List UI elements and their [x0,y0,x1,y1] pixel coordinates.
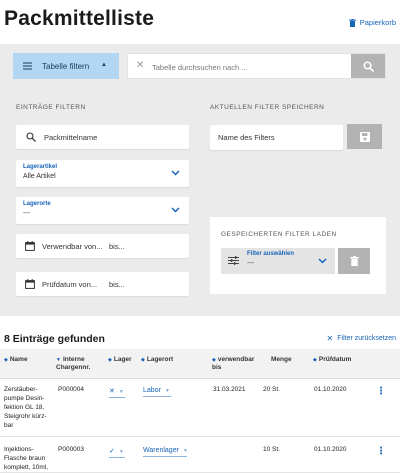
row-menu-icon[interactable]: ⋮ [376,386,386,397]
save-filter-button[interactable] [347,124,382,149]
column-menge: Menge [271,356,292,363]
saved-filter-select[interactable]: Filter auswählen --- [221,248,335,274]
column-lager[interactable]: ◆ Lager [108,356,132,364]
save-filter-heading: AKTUELLEN FILTER SPEICHERN [210,104,325,111]
name-filter-placeholder: Packmittelname [44,133,98,142]
results-table: ◆ Name ▼ Interne Chargennr. ◆ Lager ◆ Lagero… [0,349,400,473]
lagerorte-label: Lagerorte [23,201,51,207]
cell-interne: P000003 [58,446,85,453]
column-interne[interactable]: ▼ Interne Chargennr. [56,356,106,372]
filter-sliders-icon [23,62,32,70]
row-menu-icon[interactable]: ⋮ [376,446,386,457]
chevron-down-icon [318,258,327,264]
caret-down-icon: ▼ [118,389,124,395]
lagerartikel-value: Alle Artikel [23,173,56,180]
tune-icon [228,256,239,265]
column-lagerort[interactable]: ◆ Lagerort [141,356,173,364]
lagerort-inline-select[interactable]: Labor ▼ [143,387,171,397]
caret-down-icon: ▼ [182,448,188,454]
filter-panel: Tabelle filtern ▲ ✕ EINTRÄGE FILTERN AKT… [0,44,400,316]
clear-search-icon[interactable]: ✕ [136,60,144,71]
cell-menge: 20 St. [263,386,280,393]
lager-inline-select[interactable]: ✓ ▼ [109,447,125,458]
load-filter-heading: GESPEICHERTEN FILTER LADEN [221,231,337,238]
column-name[interactable]: ◆ Name [4,356,28,364]
sort-icon: ◆ [4,357,8,363]
sort-icon: ◆ [212,357,216,363]
verwendbar-to-placeholder[interactable]: bis... [109,242,125,251]
cell-interne: P000004 [58,386,85,393]
reset-filter-label: Filter zurücksetzen [337,335,396,342]
chevron-down-icon [171,170,180,176]
calendar-icon [25,279,35,289]
search-icon [26,132,36,142]
name-filter-field[interactable]: Packmittelname [16,125,189,149]
pruefdatum-range-field[interactable]: Prüfdatum von... bis... [16,272,189,296]
lagerorte-select[interactable]: Lagerorte --- [16,197,189,224]
sort-icon: ◆ [108,357,112,363]
verwendbar-from-placeholder[interactable]: Verwendbar von... [42,242,102,251]
lagerartikel-select[interactable]: Lagerartikel Alle Artikel [16,160,189,187]
lagerorte-value: --- [23,210,30,217]
calendar-icon [25,241,35,251]
filter-name-placeholder: Name des Filters [218,133,275,142]
saved-filter-value: --- [247,260,254,267]
table-row[interactable]: Zerstäuber-pumpe Desin-fektion GL 18, St… [0,379,400,437]
table-search-input[interactable] [152,58,348,76]
table-search: ✕ [127,53,386,79]
cell-name: Zerstäuber-pumpe Desin-fektion GL 18, St… [4,386,47,429]
search-button[interactable] [351,54,385,78]
cell-name: Injektions-Flasche braun komplett, 10ml, [4,446,49,471]
filter-toggle-label: Tabelle filtern [42,61,90,71]
trash-link[interactable]: Papierkorb [348,18,396,27]
trash-icon [349,256,359,266]
cell-verwendbar: 31.03.2021 [213,386,246,393]
sort-icon: ◆ [313,357,317,363]
page-title: Packmittelliste [4,7,155,30]
caret-down-icon: ▼ [164,388,170,394]
results-count: 8 Einträge gefunden [4,333,105,345]
lagerort-inline-select[interactable]: Warenlager ▼ [143,447,188,457]
filter-name-input[interactable]: Name des Filters [210,125,343,150]
page-header: Packmittelliste Papierkorb [0,0,400,44]
caret-up-icon: ▲ [101,62,107,68]
sort-down-icon: ▼ [56,357,61,363]
load-filter-box: GESPEICHERTEN FILTER LADEN Filter auswäh… [210,217,386,294]
verwendbar-range-field[interactable]: Verwendbar von... bis... [16,234,189,258]
column-verwendbar[interactable]: ◆ verwendbar bis [212,356,257,372]
save-icon [359,131,370,142]
delete-filter-button[interactable] [338,248,370,274]
table-row[interactable]: Injektions-Flasche braun komplett, 10ml,… [0,437,400,473]
trash-icon [348,18,356,27]
filter-toggle-button[interactable]: Tabelle filtern ▲ [13,53,119,79]
cell-menge: 10 St. [263,446,280,453]
pruefdatum-from-placeholder[interactable]: Prüfdatum von... [42,280,97,289]
trash-label: Papierkorb [359,18,396,27]
table-header: ◆ Name ▼ Interne Chargennr. ◆ Lager ◆ Lagero… [0,349,400,379]
close-icon: ✕ [326,334,334,343]
pruefdatum-to-placeholder[interactable]: bis... [109,280,125,289]
cell-pruefdatum: 01.10.2020 [314,446,347,453]
chevron-down-icon [171,207,180,213]
lager-inline-select[interactable]: ✕ ▼ [109,387,125,398]
sort-icon: ◆ [141,357,145,363]
search-icon [362,60,374,72]
saved-filter-label: Filter auswählen [247,251,295,257]
lagerartikel-label: Lagerartikel [23,164,58,170]
filter-entries-heading: EINTRÄGE FILTERN [16,104,86,111]
reset-filter-link[interactable]: ✕ Filter zurücksetzen [327,334,396,343]
caret-down-icon: ▼ [118,449,124,455]
cell-pruefdatum: 01.10.2020 [314,386,347,393]
column-pruefdatum[interactable]: ◆ Prüfdatum [313,356,351,364]
